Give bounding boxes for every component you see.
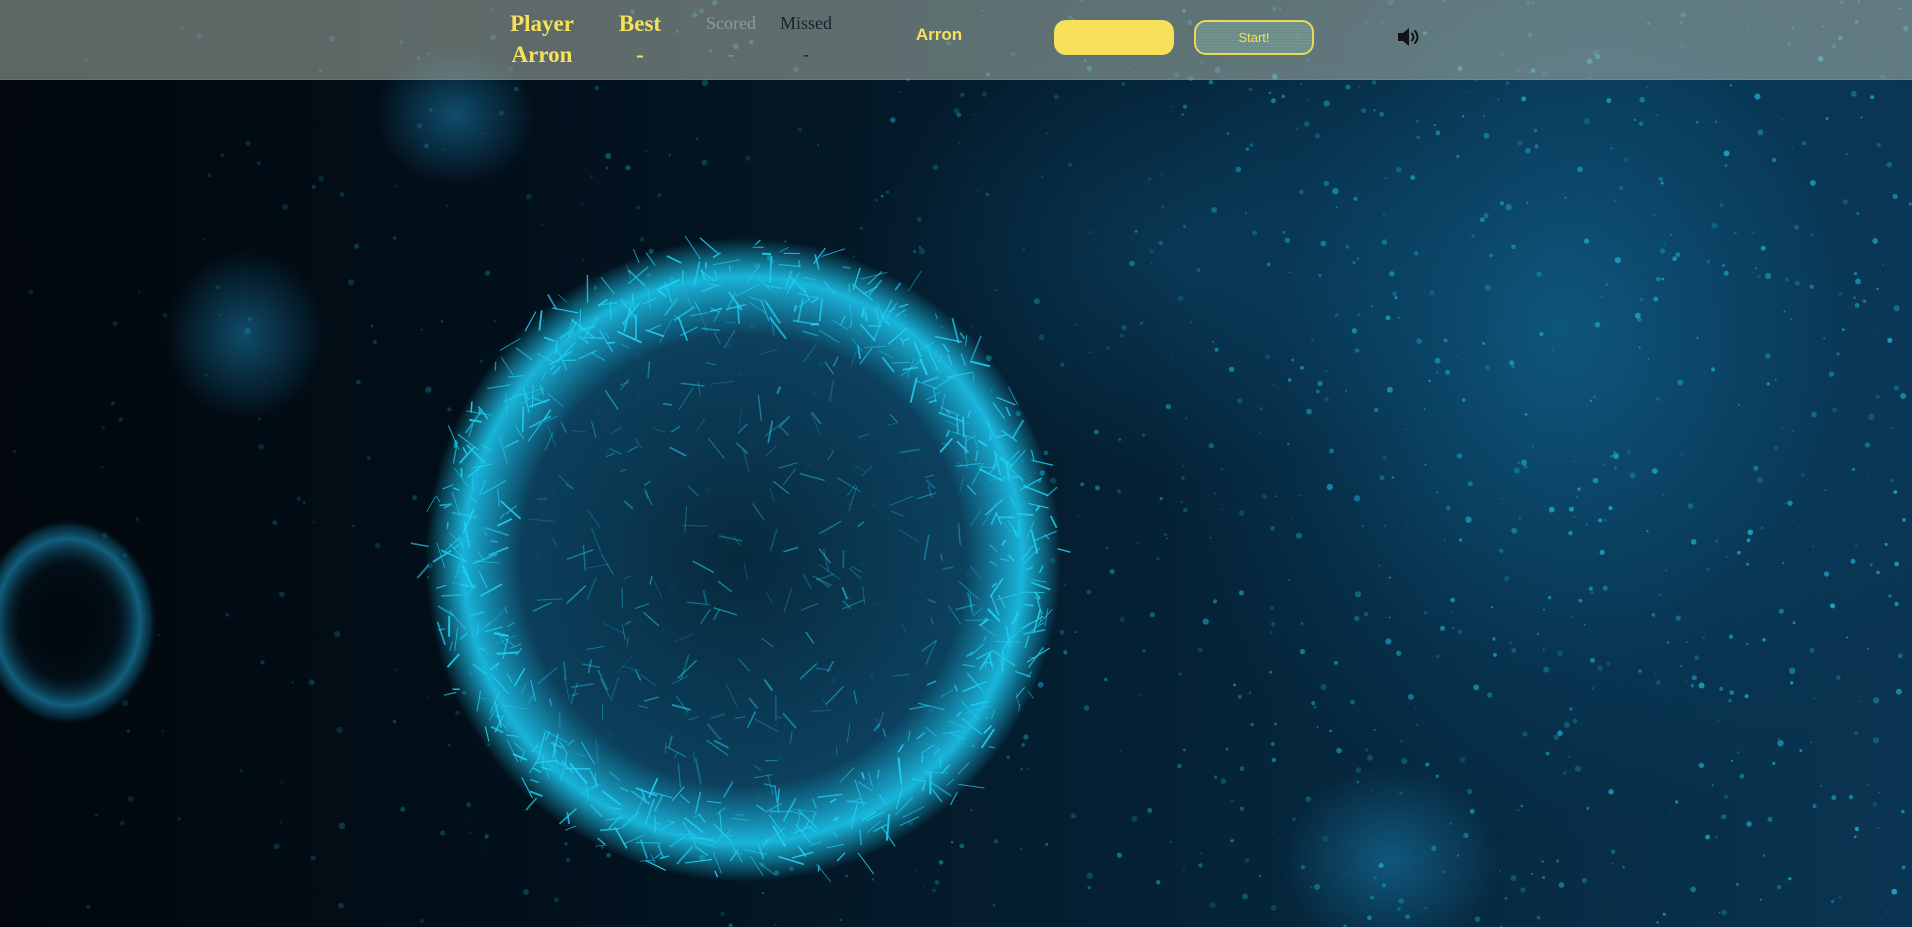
best-stat: Best - [590, 8, 690, 70]
player-name-value: Arron [511, 42, 573, 67]
mid-left-blurred-cell [165, 250, 325, 420]
player-stat: Player Arron [492, 8, 592, 70]
missed-stat: Missed - [770, 8, 842, 70]
missed-label: Missed [779, 13, 832, 33]
speaker-volume-icon [1398, 28, 1419, 46]
left-blurred-cell [0, 518, 158, 726]
scored-stat: Scored - [695, 8, 767, 70]
player-label: Player [510, 11, 574, 36]
best-label: Best [618, 11, 662, 36]
scored-value: - [728, 44, 734, 64]
current-player-name: Arron [915, 25, 963, 44]
best-value: - [636, 42, 644, 67]
player-name-input[interactable] [1054, 20, 1174, 55]
lower-right-blurred-cell [1280, 765, 1500, 927]
missed-value: - [803, 44, 809, 64]
sound-toggle-button[interactable] [1396, 25, 1424, 49]
scored-label: Scored [706, 13, 756, 33]
virus-particle-background [0, 0, 1912, 927]
top-hud-bar: Player Arron Best - Scored - Missed - Ar… [0, 0, 1912, 80]
virus-sphere [410, 235, 1071, 883]
start-button[interactable]: Start! [1194, 20, 1314, 55]
game-stage: Player Arron Best - Scored - Missed - Ar… [0, 0, 1912, 927]
